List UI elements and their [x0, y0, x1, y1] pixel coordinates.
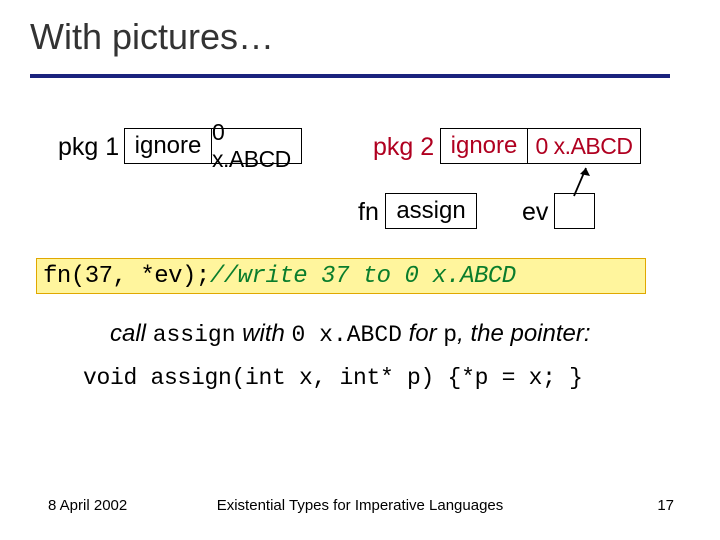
- caption-t4: , the pointer:: [457, 320, 590, 347]
- caption-t1: call: [110, 320, 153, 347]
- slide-title: With pictures…: [30, 16, 274, 58]
- ev-label: ev: [522, 198, 548, 227]
- pkg1-cell-addr: 0 x.ABCD: [212, 129, 301, 163]
- pkg2-cell-ignore: ignore: [441, 129, 528, 163]
- fn-box: assign: [385, 193, 477, 229]
- caption-p: p: [443, 322, 457, 348]
- pkg1-box: ignore 0 x.ABCD: [124, 128, 302, 164]
- code-line: fn(37, *ev); //write 37 to 0 x.ABCD: [36, 258, 646, 294]
- ev-box: [554, 193, 595, 229]
- title-rule: [30, 74, 670, 78]
- signature: void assign(int x, int* p) {*p = x; }: [83, 365, 583, 391]
- fn-label: fn: [358, 198, 379, 227]
- code-call: fn(37, *ev);: [43, 263, 210, 290]
- pkg2-label: pkg 2: [373, 133, 434, 162]
- caption-assign: assign: [153, 322, 236, 348]
- pkg1-cell-ignore: ignore: [125, 129, 212, 163]
- caption-addr: 0 x.ABCD: [292, 322, 402, 348]
- pkg2-cell-addr: 0 x.ABCD: [528, 129, 640, 163]
- caption-t3: for: [402, 320, 443, 347]
- code-comment: //write 37 to 0 x.ABCD: [210, 263, 516, 290]
- pkg2-box: ignore 0 x.ABCD: [440, 128, 641, 164]
- pkg1-label: pkg 1: [58, 133, 119, 162]
- slide: With pictures… pkg 1 ignore 0 x.ABCD pkg…: [0, 0, 720, 540]
- footer-page: 17: [657, 497, 674, 514]
- caption: call assign with 0 x.ABCD for p, the poi…: [110, 320, 591, 348]
- footer-title: Existential Types for Imperative Languag…: [0, 497, 720, 514]
- caption-t2: with: [236, 320, 292, 347]
